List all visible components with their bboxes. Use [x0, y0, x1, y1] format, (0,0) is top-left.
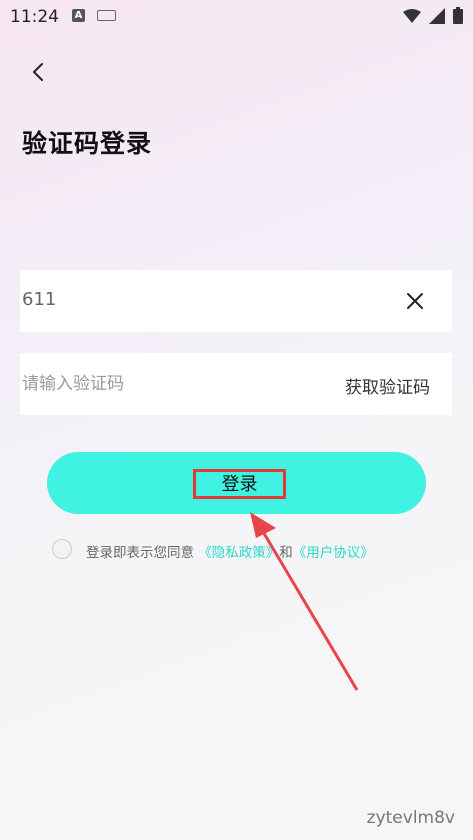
- clear-button[interactable]: [402, 288, 428, 314]
- agree-checkbox[interactable]: [52, 539, 72, 559]
- close-icon: [407, 293, 423, 309]
- battery-icon: [453, 7, 463, 24]
- wifi-icon: [403, 8, 421, 23]
- status-icons: [403, 7, 463, 24]
- chevron-left-icon: [33, 63, 43, 81]
- code-field[interactable]: 获取验证码: [20, 353, 452, 415]
- agreement-prefix: 登录即表示您同意: [86, 545, 194, 561]
- watermark: zytevlm8v: [366, 808, 455, 828]
- keyboard-icon: [97, 10, 116, 21]
- signal-icon: [429, 7, 445, 24]
- phone-field[interactable]: 611: [20, 270, 452, 332]
- login-button-label[interactable]: 登录: [193, 469, 286, 499]
- status-bar: 11:24 A: [0, 0, 473, 34]
- back-button[interactable]: [26, 58, 52, 86]
- code-input[interactable]: [22, 371, 322, 397]
- status-time: 11:24: [10, 7, 59, 27]
- agreement-text: 登录即表示您同意 《隐私政策》和《用户协议》: [86, 541, 374, 561]
- user-agreement-link[interactable]: 《用户协议》: [293, 545, 374, 561]
- privacy-policy-link[interactable]: 《隐私政策》: [198, 545, 279, 561]
- phone-value[interactable]: 611: [22, 289, 56, 310]
- get-code-button[interactable]: 获取验证码: [345, 373, 430, 398]
- a-badge-icon: A: [72, 9, 85, 22]
- page-title: 验证码登录: [22, 129, 153, 158]
- agreement-conjunction: 和: [279, 545, 293, 561]
